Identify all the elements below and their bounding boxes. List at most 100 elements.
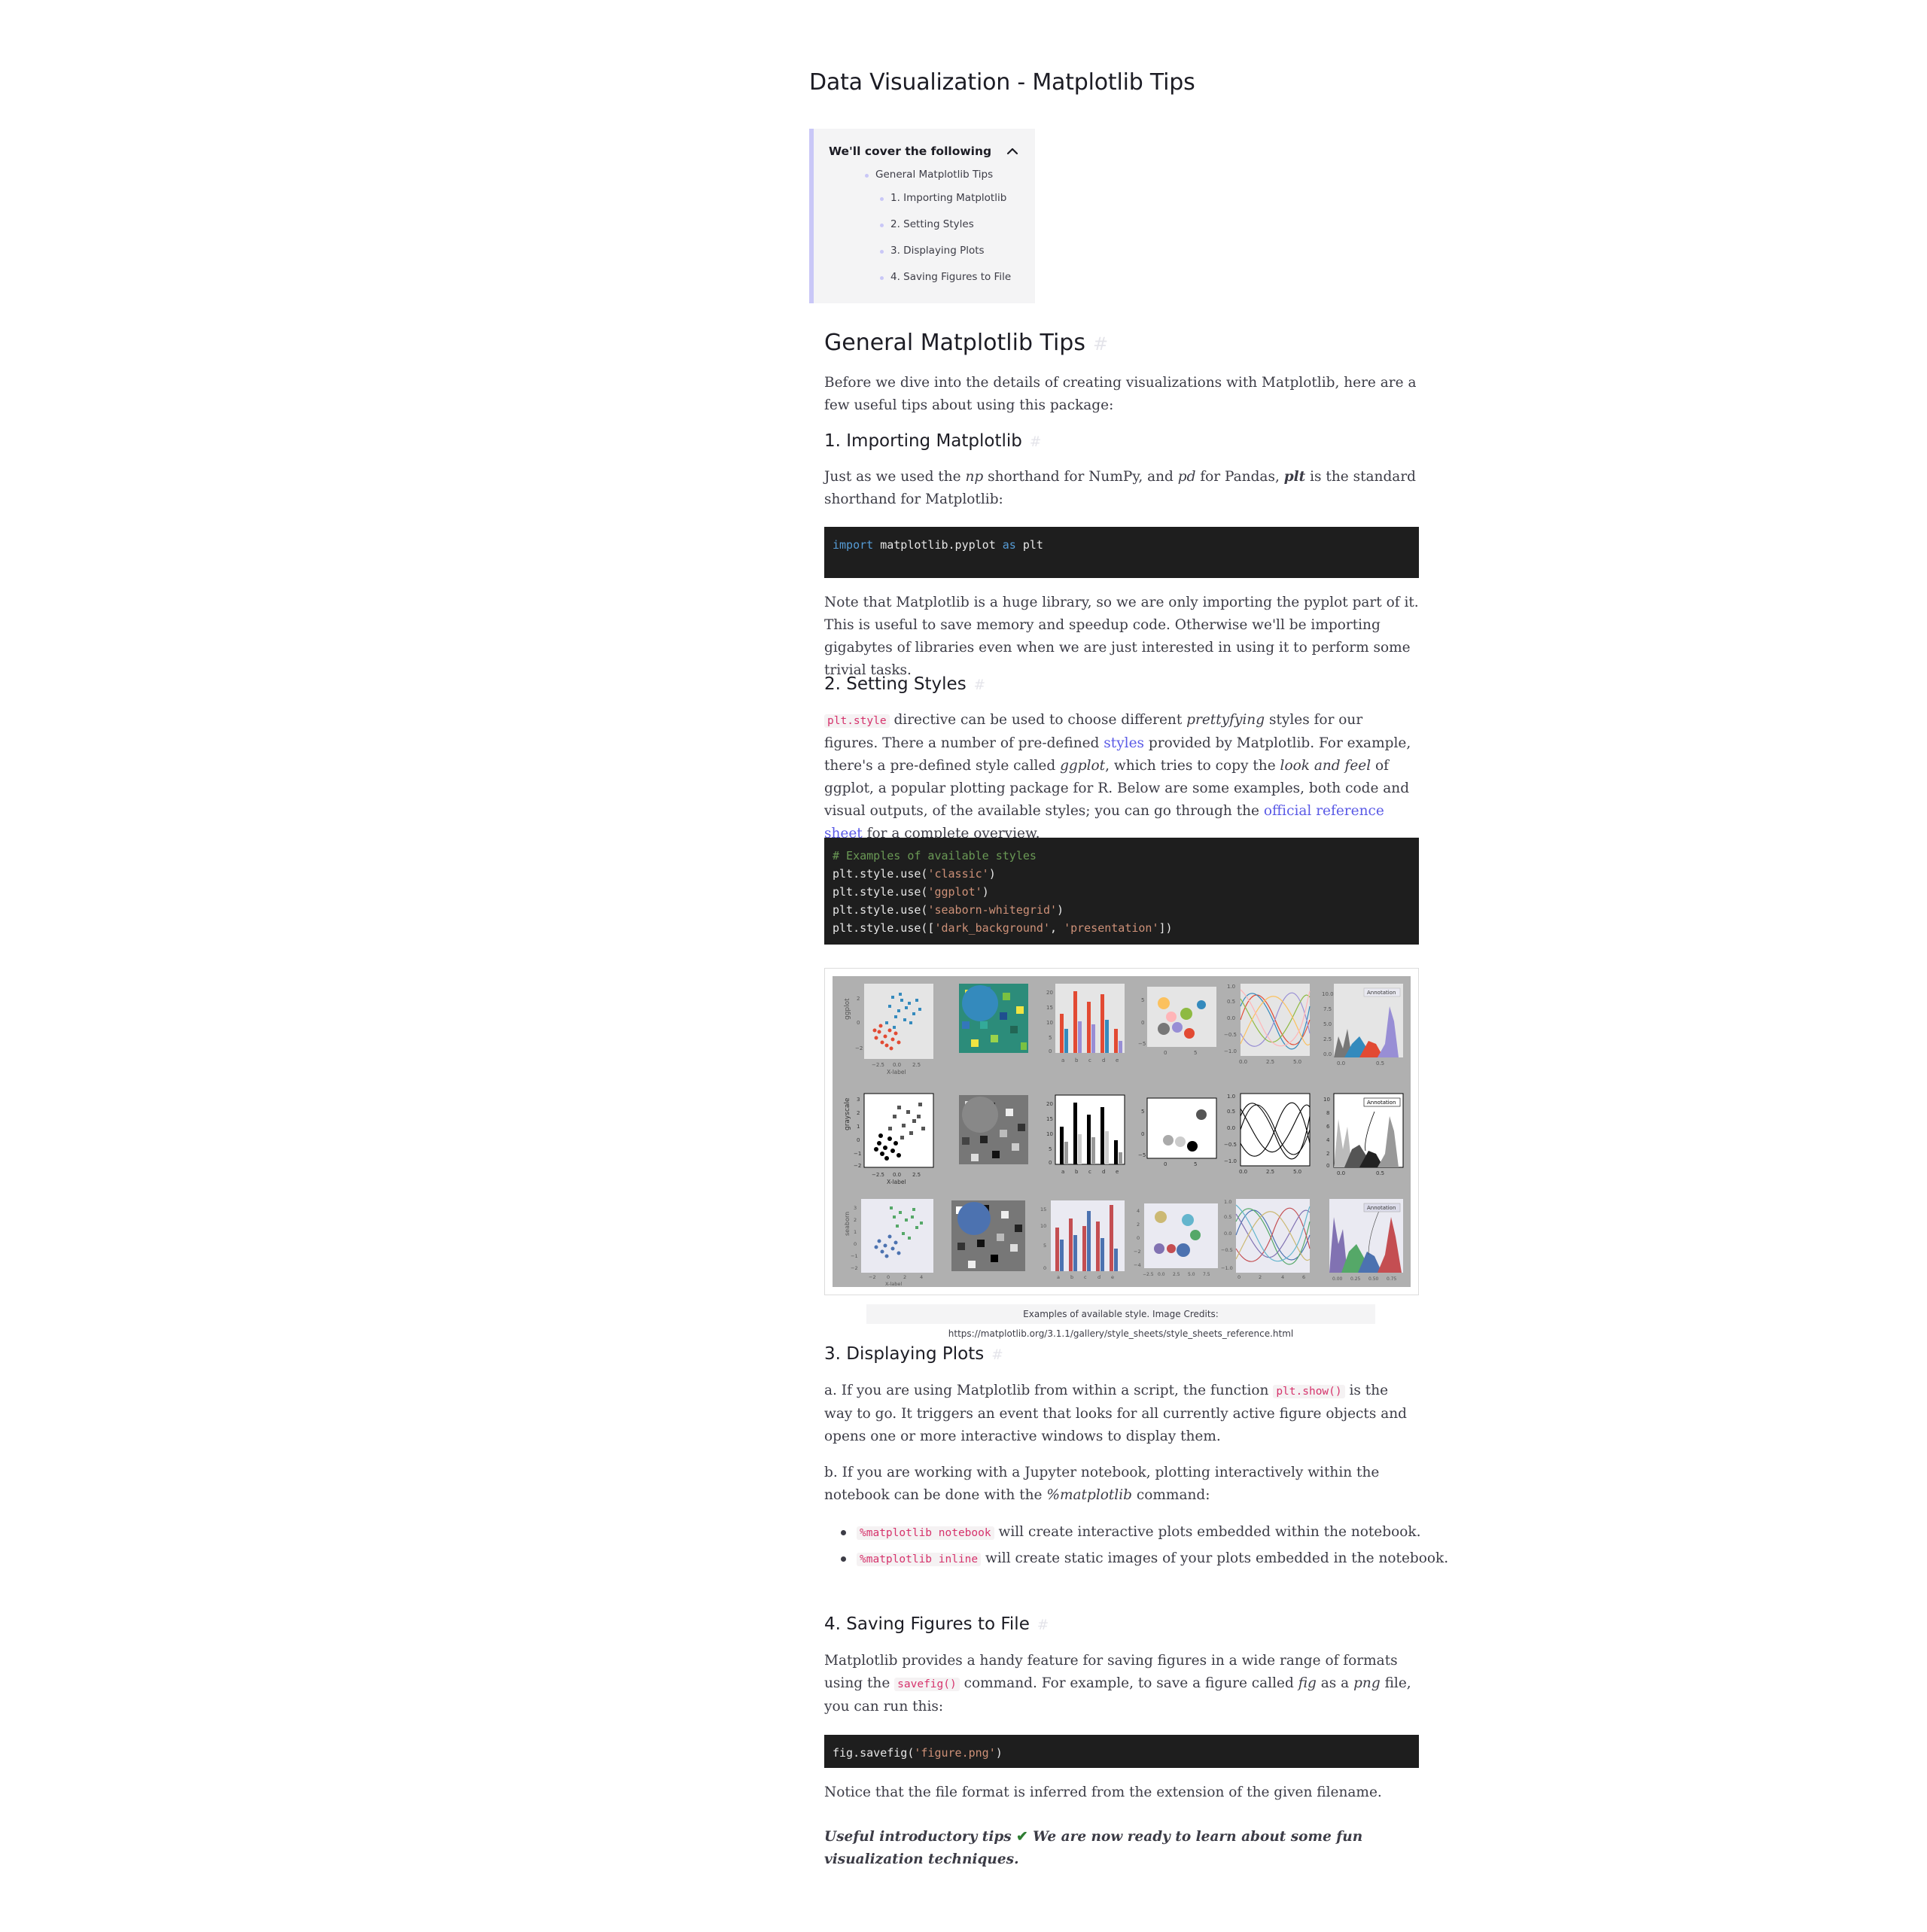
- tick-label: 2: [857, 1110, 860, 1116]
- tick-label: a: [1057, 1274, 1060, 1280]
- tick-label: 4: [1326, 1137, 1330, 1143]
- tick-label: −0.5: [1221, 1247, 1233, 1253]
- tick-label: d: [1102, 1057, 1105, 1063]
- tick-label: 0: [1049, 1048, 1052, 1054]
- inline-code: %matplotlib inline: [857, 1553, 982, 1566]
- displaying-paragraph-a: a. If you are using Matplotlib from with…: [824, 1380, 1419, 1448]
- annotation-label: Annotation: [1367, 1100, 1396, 1106]
- inline-code: plt.style: [824, 714, 890, 728]
- anchor-link[interactable]: #: [991, 1347, 1003, 1363]
- chevron-up-icon[interactable]: [1005, 144, 1020, 159]
- tick-label: c: [1088, 1057, 1091, 1063]
- tick-label: −1: [854, 1151, 861, 1157]
- tick-label: 2: [1326, 1151, 1329, 1157]
- tick-label: 2.5: [1323, 1036, 1332, 1042]
- code-block-styles[interactable]: # Examples of available styles plt.style…: [824, 838, 1419, 945]
- displaying-paragraph-b: b. If you are working with a Jupyter not…: [824, 1462, 1419, 1507]
- text-strong: plt: [1283, 469, 1306, 485]
- inline-code: savefig(): [894, 1678, 960, 1691]
- text-em: png: [1353, 1675, 1381, 1691]
- toc-item-saving[interactable]: 4. Saving Figures to File: [880, 271, 1011, 283]
- anchor-link[interactable]: #: [974, 677, 985, 693]
- code-string: 'presentation': [1064, 921, 1159, 935]
- section-heading-importing: 1. Importing Matplotlib #: [824, 431, 1041, 451]
- tick-label: c: [1088, 1169, 1091, 1175]
- toc-item-styles[interactable]: 2. Setting Styles: [880, 218, 974, 230]
- tick-label: b: [1070, 1274, 1073, 1280]
- closing-note: Useful introductory tips ✔ We are now re…: [824, 1826, 1419, 1871]
- general-intro: Before we dive into the details of creat…: [824, 375, 1417, 413]
- page-title: Data Visualization - Matplotlib Tips: [809, 69, 1195, 96]
- styles-link[interactable]: styles: [1104, 735, 1144, 751]
- tick-label: −0.5: [1224, 1032, 1237, 1038]
- anchor-link[interactable]: #: [1037, 1617, 1049, 1633]
- tick-label: b: [1075, 1169, 1079, 1175]
- text: will create static images of your plots …: [981, 1550, 1449, 1566]
- tick-label: 10: [1323, 1097, 1330, 1103]
- tick-label: 5: [1141, 1109, 1144, 1115]
- tick-label: e: [1116, 1169, 1119, 1175]
- code-token: plt.style.use(: [833, 867, 928, 881]
- tick-label: −2: [855, 1045, 863, 1051]
- tick-label: 0.5: [1376, 1170, 1384, 1176]
- tick-label: −2.5: [1143, 1272, 1154, 1277]
- toc-item-importing[interactable]: 1. Importing Matplotlib: [880, 192, 1006, 204]
- tick-label: 10: [1040, 1223, 1046, 1229]
- tick-label: 0.0: [1337, 1170, 1345, 1176]
- code-token: ]): [1158, 921, 1173, 935]
- code-block-savefig[interactable]: fig.savefig('figure.png'): [824, 1735, 1419, 1768]
- tick-label: 2.5: [1266, 1059, 1274, 1065]
- panel-circles: [1144, 1203, 1218, 1268]
- anchor-link[interactable]: #: [1030, 434, 1041, 450]
- tick-label: −0.5: [1224, 1142, 1237, 1148]
- heading-text: 2. Setting Styles: [824, 674, 967, 694]
- tick-label: 7.5: [1323, 1006, 1332, 1012]
- tick-label: 2.5: [912, 1172, 921, 1178]
- tick-label: 2.5: [1173, 1272, 1180, 1277]
- tick-label: 6: [1326, 1124, 1330, 1130]
- tick-label: 3: [857, 1097, 860, 1103]
- tick-label: 10: [1046, 1020, 1053, 1026]
- row-grayscale: 3 2 1 0 −1 −2 −2.5 0.0 2.5 X-label 20 15…: [854, 1093, 1404, 1185]
- bullet-icon: [880, 250, 884, 254]
- text-em: prettyfying: [1186, 712, 1265, 728]
- toc-item-label: 3. Displaying Plots: [890, 245, 985, 257]
- tick-label: 0: [857, 1137, 860, 1143]
- tick-label: c: [1084, 1274, 1087, 1280]
- code-token: ): [988, 867, 996, 881]
- toc-item-displaying[interactable]: 3. Displaying Plots: [880, 245, 985, 257]
- axis-label: X-label: [885, 1281, 902, 1287]
- code-block-import[interactable]: import matplotlib.pyplot as plt: [824, 527, 1419, 578]
- code-comment: # Examples of available styles: [833, 849, 1037, 863]
- code-token: plt: [1015, 538, 1043, 552]
- tick-label: b: [1075, 1057, 1079, 1063]
- tick-label: a: [1061, 1057, 1064, 1063]
- tick-label: −1.0: [1224, 1048, 1237, 1054]
- text: command. For example, to save a figure c…: [959, 1675, 1298, 1691]
- tick-label: 15: [1046, 1116, 1053, 1122]
- code-token: ): [982, 885, 989, 899]
- code-string: 'classic': [927, 867, 989, 881]
- text-em: np: [965, 469, 984, 485]
- bullet-icon: [841, 1530, 846, 1535]
- text: for Pandas,: [1195, 469, 1284, 485]
- tick-label: 0: [1141, 1131, 1144, 1137]
- tick-label: 0.0: [1323, 1051, 1332, 1057]
- section-heading-styles: 2. Setting Styles #: [824, 674, 985, 694]
- tick-label: 0.0: [1239, 1059, 1247, 1065]
- tick-label: −1: [851, 1253, 858, 1259]
- tick-label: 6: [1302, 1274, 1305, 1280]
- tick-label: a: [1061, 1169, 1064, 1175]
- tick-label: −2: [851, 1265, 858, 1271]
- anchor-link[interactable]: #: [1093, 333, 1108, 354]
- tick-label: −1.0: [1224, 1158, 1237, 1164]
- tick-label: 2: [1259, 1274, 1262, 1280]
- tick-label: −2.5: [872, 1172, 884, 1178]
- row-label-ggplot: ggplot: [844, 998, 851, 1020]
- section-heading-saving: 4. Saving Figures to File #: [824, 1614, 1049, 1634]
- tick-label: 0.5: [1376, 1060, 1384, 1066]
- text-em: look and feel: [1280, 758, 1371, 774]
- tick-label: 0: [1049, 1160, 1052, 1166]
- tick-label: 0: [1237, 1274, 1241, 1280]
- toc-item-general[interactable]: General Matplotlib Tips: [865, 169, 993, 181]
